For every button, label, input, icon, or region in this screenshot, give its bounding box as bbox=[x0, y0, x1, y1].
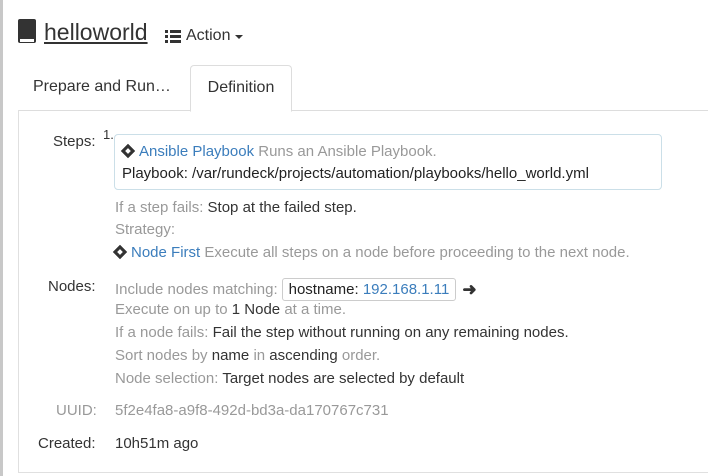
diamond-icon bbox=[115, 247, 125, 257]
tab-bar: Prepare and Run… Definition bbox=[18, 65, 708, 112]
tab-definition[interactable]: Definition bbox=[190, 65, 292, 112]
playbook-path: /var/rundeck/projects/automation/playboo… bbox=[192, 165, 589, 182]
list-icon bbox=[165, 29, 181, 43]
exec-suffix: at a time. bbox=[284, 301, 347, 318]
steps-label: Steps: bbox=[53, 133, 96, 150]
node-selection-row: Node selection: Target nodes are selecte… bbox=[115, 370, 464, 387]
node-filter-row: Include nodes matching: hostname: 192.16… bbox=[115, 278, 477, 301]
book-icon bbox=[18, 19, 38, 45]
created-label: Created: bbox=[38, 435, 96, 452]
step-error-handling: If a step fails: Stop at the failed step… bbox=[115, 199, 357, 216]
exec-prefix: Execute on up to bbox=[115, 301, 228, 318]
node-fail-row: If a node fails: Fail the step without r… bbox=[115, 324, 569, 341]
node-filter[interactable]: hostname: 192.168.1.11 bbox=[281, 278, 457, 301]
step-number: 1. bbox=[103, 127, 114, 142]
job-title: helloworld bbox=[18, 16, 148, 48]
action-dropdown-button[interactable]: Action bbox=[165, 25, 244, 47]
node-fail-label: If a node fails: bbox=[115, 324, 209, 341]
include-label: Include nodes matching: bbox=[115, 281, 278, 298]
action-label: Action bbox=[186, 27, 231, 44]
sort-direction: ascending bbox=[269, 347, 338, 364]
exec-count: 1 bbox=[231, 301, 241, 318]
node-selection-value: Target nodes are selected by default bbox=[222, 370, 465, 387]
node-selection-label: Node selection: bbox=[115, 370, 219, 387]
sort-attribute: name bbox=[211, 347, 250, 364]
strategy-description: Execute all steps on a node before proce… bbox=[204, 244, 630, 261]
uuid-label: UUID: bbox=[56, 402, 97, 419]
filter-key: hostname: bbox=[288, 281, 359, 298]
step-plugin-name[interactable]: Ansible Playbook bbox=[139, 143, 254, 160]
nodes-label: Nodes: bbox=[48, 278, 96, 295]
sort-in: in bbox=[253, 347, 266, 364]
strategy-row: Node First Execute all steps on a node b… bbox=[115, 244, 630, 261]
strategy-name[interactable]: Node First bbox=[131, 244, 200, 261]
arrow-right-icon[interactable]: ➜ bbox=[462, 280, 476, 300]
sort-row: Sort nodes by name in ascending order. bbox=[115, 347, 380, 364]
strategy-label: Strategy: bbox=[115, 221, 176, 238]
sort-prefix: Sort nodes by bbox=[115, 347, 208, 364]
filter-value: 192.168.1.11 bbox=[362, 281, 450, 298]
error-handling-label: If a step fails: bbox=[115, 199, 204, 216]
created-value: 10h51m ago bbox=[115, 435, 199, 452]
step-description: Runs an Ansible Playbook. bbox=[258, 143, 437, 160]
playbook-label: Playbook: bbox=[122, 165, 188, 182]
caret-down-icon bbox=[235, 35, 244, 39]
error-handling-value: Stop at the failed step. bbox=[207, 199, 357, 216]
sort-suffix: order. bbox=[341, 347, 381, 364]
left-border bbox=[0, 0, 3, 476]
threadcount-row: Execute on up to 1 Node at a time. bbox=[115, 301, 346, 318]
tab-prepare-and-run[interactable]: Prepare and Run… bbox=[18, 65, 188, 109]
step-item: Ansible Playbook Runs an Ansible Playboo… bbox=[114, 134, 662, 190]
diamond-icon bbox=[123, 146, 133, 156]
job-name-link[interactable]: helloworld bbox=[44, 16, 148, 48]
uuid-value: 5f2e4fa8-a9f8-492d-bd3a-da170767c731 bbox=[115, 402, 389, 419]
node-fail-value: Fail the step without running on any rem… bbox=[212, 324, 569, 341]
exec-unit: Node bbox=[244, 301, 281, 318]
